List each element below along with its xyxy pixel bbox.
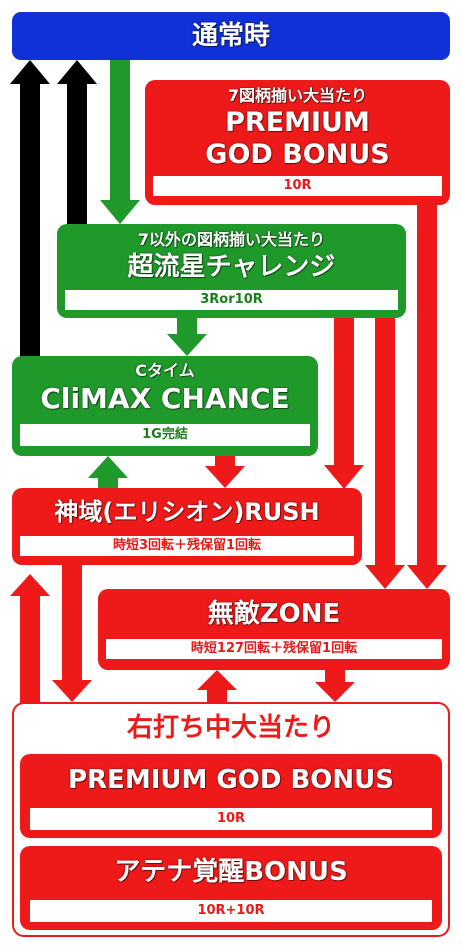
red-down-arrow-zone-right <box>315 670 355 702</box>
black-up-arrow-1 <box>10 60 50 358</box>
chou-ryusei-challenge-box: 7以外の図柄揃い大当たり 超流星チャレンジ 3Ror10R <box>57 224 406 318</box>
climax-chance-box: Cタイム CliMAX CHANCE 1G完結 <box>12 356 318 456</box>
red-up-arrow-right-zone <box>197 670 237 702</box>
red-down-arrow-chou-rush <box>324 318 364 489</box>
green-up-arrow-rush-ctime <box>88 456 128 488</box>
red-down-arrow-premium-zone <box>407 205 447 589</box>
red-down-arrow-ctime-rush <box>205 456 245 488</box>
green-down-arrow-chou-ctime <box>167 318 207 356</box>
rush-title: 神域(エリシオン)RUSH <box>54 498 320 526</box>
red-down-arrow-rush-right <box>52 565 92 702</box>
ctime-caption: Cタイム <box>135 361 195 380</box>
premium-rounds: 10R <box>153 176 442 196</box>
right-pgb-box: PREMIUM GOD BONUS 10R <box>20 754 442 838</box>
red-down-arrow-chou-zone <box>365 318 405 589</box>
zone-title: 無敵ZONE <box>207 599 341 629</box>
muteki-zone-box: 無敵ZONE 時短127回転＋残保留1回転 <box>98 589 450 670</box>
normal-state-title: 通常時 <box>191 21 270 51</box>
zone-detail: 時短127回転＋残保留1回転 <box>106 639 442 659</box>
premium-god-bonus-box: 7図柄揃い大当たり PREMIUM GOD BONUS 10R <box>145 80 450 205</box>
ctime-title: CliMAX CHANCE <box>40 382 290 415</box>
chou-title: 超流星チャレンジ <box>127 252 336 282</box>
athena-title: アテナ覚醒BONUS <box>114 857 348 887</box>
chou-caption: 7以外の図柄揃い大当たり <box>137 230 326 249</box>
athena-rounds: 10R+10R <box>30 900 432 922</box>
right-pgb-title: PREMIUM GOD BONUS <box>67 765 394 795</box>
green-down-arrow-normal-chou <box>100 60 140 224</box>
normal-state-box: 通常時 <box>12 12 450 60</box>
right-hit-title: 右打ち中大当たり <box>126 713 335 743</box>
right-hit-container: 右打ち中大当たり PREMIUM GOD BONUS 10R アテナ覚醒BONU… <box>12 702 450 937</box>
elysion-rush-box: 神域(エリシオン)RUSH 時短3回転＋残保留1回転 <box>12 488 362 565</box>
premium-title-line1: PREMIUM <box>225 107 370 138</box>
black-up-arrow-2 <box>57 60 97 225</box>
ctime-detail: 1G完結 <box>20 424 310 446</box>
right-pgb-rounds: 10R <box>30 808 432 830</box>
red-up-arrow-right-rush <box>10 574 50 705</box>
athena-kakusei-bonus-box: アテナ覚醒BONUS 10R+10R <box>20 846 442 930</box>
premium-title-line2: GOD BONUS <box>205 139 390 170</box>
chou-rounds: 3Ror10R <box>65 290 398 310</box>
rush-detail: 時短3回転＋残保留1回転 <box>20 536 354 556</box>
premium-caption: 7図柄揃い大当たり <box>227 86 368 105</box>
